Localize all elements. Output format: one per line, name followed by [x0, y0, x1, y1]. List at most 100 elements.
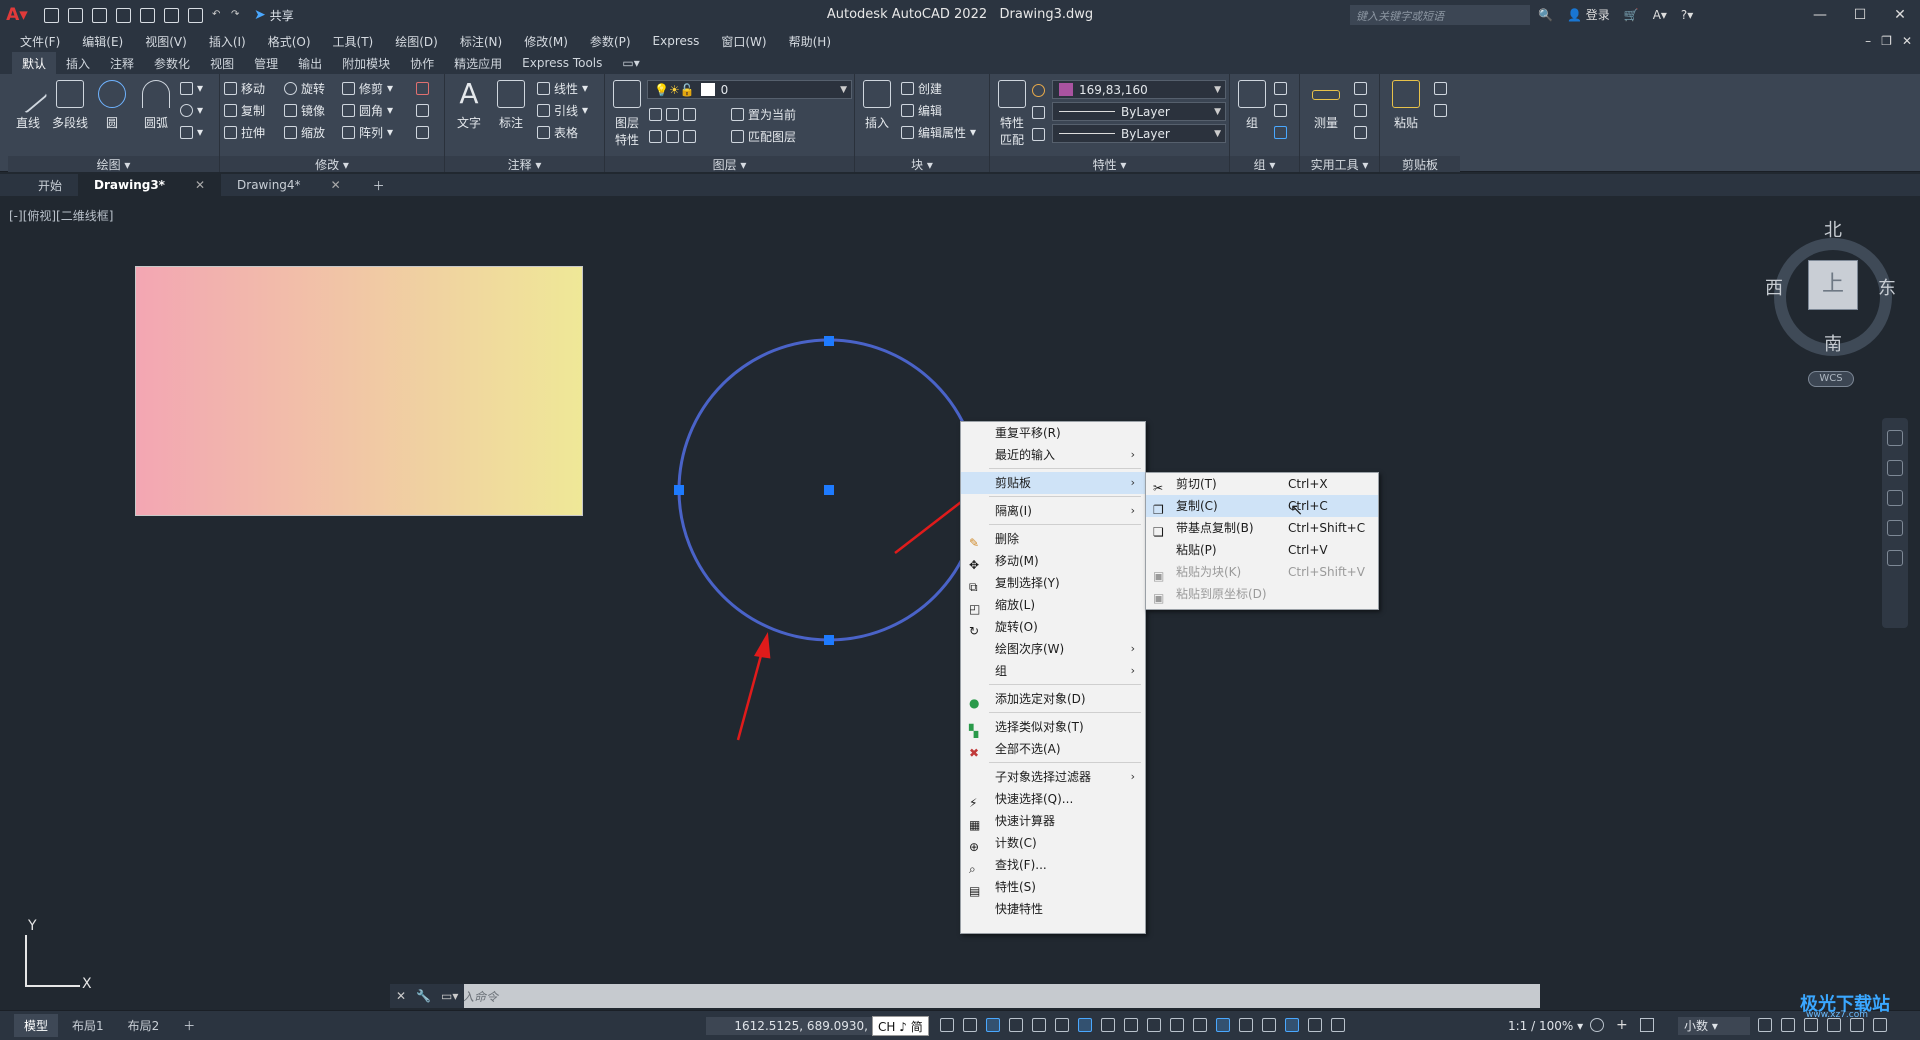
close-command-icon[interactable]: ✕ [396, 989, 406, 1003]
explode-button[interactable] [416, 100, 429, 120]
match-properties-button[interactable]: 特性 匹配 [992, 80, 1032, 148]
annotation-panel-title[interactable]: 注释 ▾ [445, 156, 604, 172]
rectangle-tool[interactable]: ▾ [180, 78, 203, 98]
fillet-button[interactable]: 圆角 ▾ [342, 100, 393, 120]
edit-block-button[interactable]: 编辑 [901, 100, 942, 120]
layout-tab-1[interactable]: 布局1 [62, 1014, 114, 1037]
menu-item[interactable]: 插入(I) [209, 33, 246, 50]
import-icon[interactable] [164, 7, 179, 23]
utility-tool-2[interactable] [1354, 100, 1367, 120]
ribbon-tab[interactable]: 输出 [288, 52, 332, 75]
ribbon-tab[interactable]: 注释 [100, 52, 144, 75]
menu-copy-selection[interactable]: ⧉ 复制选择(Y) [961, 572, 1145, 594]
ribbon-tab[interactable]: 参数化 [144, 52, 200, 75]
menu-deselect-all[interactable]: ✖ 全部不选(A) [961, 738, 1145, 760]
viewcube-top-face[interactable]: 上 [1808, 260, 1858, 310]
lineweight-toggle-icon[interactable] [1124, 1018, 1138, 1032]
open-icon[interactable] [68, 7, 83, 23]
3d-osnap-icon[interactable] [1193, 1018, 1207, 1032]
menu-add-selected[interactable]: ● 添加选定对象(D) [961, 688, 1145, 710]
isodraft-icon[interactable] [1055, 1018, 1069, 1032]
close-tab-icon[interactable]: ✕ [195, 178, 205, 192]
layer-properties-button[interactable]: 图层 特性 [607, 80, 647, 148]
menu-item[interactable]: 视图(V) [145, 33, 187, 50]
recent-commands-icon[interactable]: ▭▾ [441, 989, 458, 1003]
polar-icon[interactable] [1032, 1018, 1046, 1032]
menu-quick-select[interactable]: ⚡ 快速选择(Q)... [961, 788, 1145, 810]
move-button[interactable]: 移动 [224, 78, 265, 98]
pan-icon[interactable] [1887, 460, 1903, 476]
menu-scale[interactable]: ◰ 缩放(L) [961, 594, 1145, 616]
ribbon-tab[interactable]: Express Tools [512, 53, 612, 73]
lock-ui-icon[interactable] [1781, 1018, 1795, 1032]
redo-icon[interactable]: ↷ [231, 10, 241, 20]
clean-screen-icon[interactable] [1850, 1018, 1864, 1032]
login-button[interactable]: 👤 登录 [1567, 6, 1610, 23]
steering-wheel-icon[interactable] [1887, 430, 1903, 446]
utility-tool-1[interactable] [1354, 78, 1367, 98]
doc-close-icon[interactable]: ✕ [1902, 34, 1912, 48]
menu-draw-order[interactable]: 绘图次序(W) › [961, 638, 1145, 660]
help-search-input[interactable]: 键入关键字或短语 [1350, 5, 1530, 25]
ungroup-button[interactable] [1274, 78, 1287, 98]
measure-button[interactable]: 测量 [1306, 80, 1346, 131]
new-tab-button[interactable]: ＋ [357, 174, 401, 196]
circle-button[interactable]: 圆 [92, 80, 132, 131]
compass-east[interactable]: 东 [1878, 274, 1896, 300]
submenu-cut[interactable]: ✂ 剪切(T) Ctrl+X [1146, 473, 1378, 495]
quick-properties-icon[interactable] [1758, 1018, 1772, 1032]
match-layer-button[interactable]: 匹配图层 [731, 126, 796, 146]
edit-attribute-button[interactable]: 编辑属性 ▾ [901, 122, 976, 142]
menu-clipboard[interactable]: 剪贴板 › [961, 472, 1145, 494]
new-icon[interactable] [44, 7, 59, 23]
menu-properties[interactable]: ▤ 特性(S) [961, 876, 1145, 898]
ribbon-tab[interactable]: 精选应用 [444, 52, 512, 75]
group-edit-button[interactable] [1274, 100, 1287, 120]
arc-button[interactable]: 圆弧 [136, 80, 176, 131]
color-dropdown[interactable]: 169,83,160 ▼ [1052, 80, 1226, 99]
minimize-icon[interactable]: — [1800, 0, 1840, 30]
autodesk-account-icon[interactable]: A▾ [1653, 8, 1667, 22]
menu-subobject-filter[interactable]: 子对象选择过滤器 › [961, 766, 1145, 788]
gradient-rectangle[interactable] [135, 266, 583, 516]
offset-button[interactable] [416, 122, 429, 142]
compass-north[interactable]: 北 [1824, 216, 1842, 242]
linear-button[interactable]: 线性 ▾ [537, 78, 588, 98]
object-snap-icon[interactable] [1101, 1018, 1115, 1032]
snap-icon[interactable] [963, 1018, 977, 1032]
layer-dropdown[interactable]: 💡☀🔓 0 ▼ [647, 80, 852, 99]
menu-item[interactable]: 编辑(E) [82, 33, 123, 50]
menu-item[interactable]: Express [653, 34, 700, 48]
menu-repeat-pan[interactable]: 重复平移(R) [961, 422, 1145, 444]
save-icon[interactable] [92, 7, 107, 23]
annotation-scale-icon[interactable] [1331, 1018, 1345, 1032]
compass-south[interactable]: 南 [1824, 330, 1842, 356]
menu-item[interactable]: 参数(P) [590, 33, 631, 50]
ellipse-tool[interactable]: ▾ [180, 100, 203, 120]
ribbon-options-icon[interactable]: ▭▾ [612, 53, 649, 73]
showmotion-icon[interactable] [1887, 550, 1903, 566]
ribbon-tab[interactable]: 附加模块 [332, 52, 400, 75]
submenu-copy[interactable]: ❐ 复制(C) Ctrl+C [1146, 495, 1378, 517]
object-snap-track-icon[interactable] [1078, 1018, 1092, 1032]
close-icon[interactable]: ✕ [1880, 0, 1920, 30]
properties-panel-title[interactable]: 特性 ▾ [990, 156, 1229, 172]
layers-panel-title[interactable]: 图层 ▾ [605, 156, 854, 172]
erase-button[interactable] [416, 78, 429, 98]
create-block-button[interactable]: 创建 [901, 78, 942, 98]
hatch-tool[interactable]: ▾ [180, 122, 203, 142]
customization-icon[interactable] [1873, 1018, 1887, 1032]
viewport-controls[interactable]: [-][俯视][二维线框] [9, 207, 113, 224]
menu-rotate[interactable]: ↻ 旋转(O) [961, 616, 1145, 638]
menu-item[interactable]: 窗口(W) [721, 33, 766, 50]
menu-select-similar[interactable]: ▚ 选择类似对象(T) [961, 716, 1145, 738]
polyline-button[interactable]: 多段线 [50, 80, 90, 131]
leader-button[interactable]: 引线 ▾ [537, 100, 588, 120]
scale-button[interactable]: 缩放 [284, 122, 325, 142]
ime-indicator[interactable]: CH ♪ 简 [872, 1016, 929, 1036]
ortho-icon[interactable] [1009, 1018, 1023, 1032]
customize-icon[interactable]: 🔧 [416, 989, 431, 1003]
maximize-icon[interactable]: ☐ [1840, 0, 1880, 30]
insert-block-button[interactable]: 插入 [857, 80, 897, 131]
menu-item[interactable]: 工具(T) [333, 33, 374, 50]
